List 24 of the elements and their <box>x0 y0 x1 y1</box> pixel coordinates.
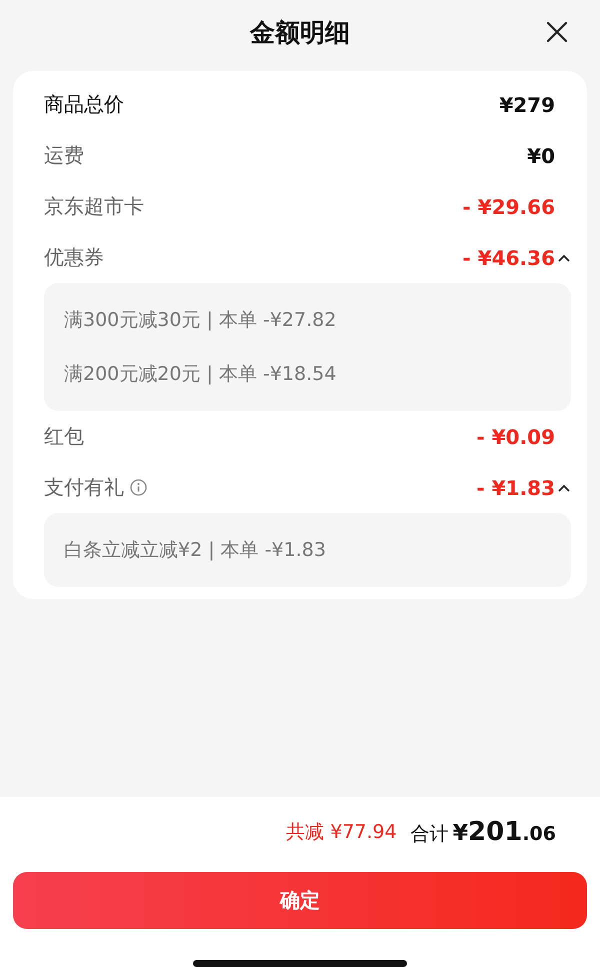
row-label: 优惠券 <box>44 244 104 271</box>
info-icon[interactable] <box>130 479 147 496</box>
total-amount: ¥201.06 <box>452 817 556 847</box>
row-label: 红包 <box>44 423 84 450</box>
total-saving: 共减 ¥77.94 <box>286 820 397 845</box>
detail-line: 满300元减30元 | 本单 -¥27.82 <box>64 308 338 333</box>
sheet-title: 金额明细 <box>250 17 350 49</box>
total-label: 合计 <box>410 822 449 847</box>
row-amount: ¥0 <box>527 144 555 168</box>
detail-line: 满200元减20元 | 本单 -¥18.54 <box>64 362 338 387</box>
caret-icon[interactable] <box>557 482 571 492</box>
caret-icon[interactable] <box>557 252 571 262</box>
row-amount: - ¥46.36 <box>462 246 555 270</box>
row-label: 支付有礼 <box>44 474 124 501</box>
row-label: 京东超市卡 <box>44 193 144 220</box>
row-label: 运费 <box>44 142 84 169</box>
confirm-button[interactable]: 确定 <box>13 872 587 929</box>
row-label: 商品总价 <box>44 91 124 118</box>
row-amount: - ¥29.66 <box>462 194 555 218</box>
detail-line: 白条立减立减¥2 | 本单 -¥1.83 <box>64 538 327 563</box>
close-icon[interactable] <box>546 21 568 43</box>
row-amount: - ¥1.83 <box>476 476 555 500</box>
row-amount: - ¥0.09 <box>476 424 555 448</box>
row-amount: ¥279 <box>499 92 555 116</box>
